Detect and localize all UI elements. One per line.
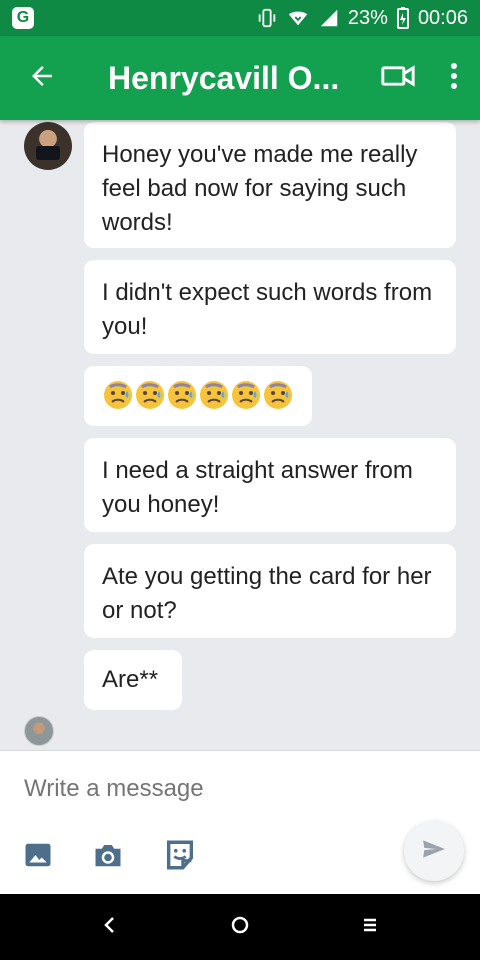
camera-button[interactable] xyxy=(90,839,126,875)
message-bubble[interactable]: I didn't expect such words from you! xyxy=(84,260,456,354)
gallery-button[interactable] xyxy=(20,839,56,875)
send-button[interactable] xyxy=(404,821,464,881)
emoji-message-bubble[interactable] xyxy=(84,366,312,426)
worried-sweat-face-icon xyxy=(198,379,230,411)
image-icon xyxy=(23,840,53,875)
worried-sweat-face-icon xyxy=(102,379,134,411)
nav-recents-button[interactable] xyxy=(350,907,390,947)
message-bubble[interactable]: Ate you getting the card for her or not? xyxy=(84,544,456,638)
face-mask-icon xyxy=(36,146,60,160)
sticker-button[interactable] xyxy=(162,839,198,875)
composer xyxy=(0,750,480,894)
worried-sweat-face-icon xyxy=(262,379,294,411)
message-bubble[interactable]: Honey you've made me really feel bad now… xyxy=(84,122,456,248)
more-options-button[interactable] xyxy=(434,36,474,120)
message-bubble[interactable]: Are** xyxy=(84,650,182,710)
message-text: Honey you've made me really feel bad now… xyxy=(102,141,418,236)
chevron-left-icon xyxy=(103,916,117,939)
camera-icon xyxy=(91,840,125,875)
video-call-button[interactable] xyxy=(368,36,428,120)
worried-sweat-face-icon xyxy=(230,379,262,411)
message-input[interactable] xyxy=(24,769,384,809)
system-navigation-bar xyxy=(0,894,480,960)
battery-percentage: 23% xyxy=(347,6,388,29)
vibrate-icon xyxy=(256,7,278,29)
home-circle-icon xyxy=(231,916,249,939)
wifi-icon xyxy=(286,7,310,29)
battery-charging-icon xyxy=(396,6,410,30)
sticker-icon xyxy=(163,838,197,877)
arrow-left-icon xyxy=(27,61,57,96)
read-receipt-avatar xyxy=(24,716,54,746)
contact-avatar[interactable] xyxy=(24,122,72,170)
worried-sweat-face-icon xyxy=(166,379,198,411)
status-time: 00:06 xyxy=(417,6,468,29)
send-icon xyxy=(421,838,447,865)
message-list[interactable]: Honey you've made me really feel bad now… xyxy=(0,120,480,750)
menu-lines-icon xyxy=(362,917,378,938)
message-text: I need a straight answer from you honey! xyxy=(102,457,413,518)
video-camera-icon xyxy=(380,62,416,95)
app-bar: Henrycavill O... xyxy=(0,36,480,120)
emoji-row xyxy=(102,379,294,411)
back-button[interactable] xyxy=(0,36,84,120)
more-vert-icon xyxy=(448,60,460,97)
app-logo-icon: G xyxy=(12,7,34,29)
message-text: Ate you getting the card for her or not? xyxy=(102,563,432,624)
message-bubble[interactable]: I need a straight answer from you honey! xyxy=(84,438,456,532)
nav-back-button[interactable] xyxy=(90,907,130,947)
status-bar: G 23% 00:06 xyxy=(0,0,480,36)
message-text: I didn't expect such words from you! xyxy=(102,279,433,340)
message-text: Are** xyxy=(102,666,159,693)
signal-icon xyxy=(318,7,340,29)
worried-sweat-face-icon xyxy=(134,379,166,411)
nav-home-button[interactable] xyxy=(220,907,260,947)
conversation-title: Henrycavill O... xyxy=(108,59,340,96)
